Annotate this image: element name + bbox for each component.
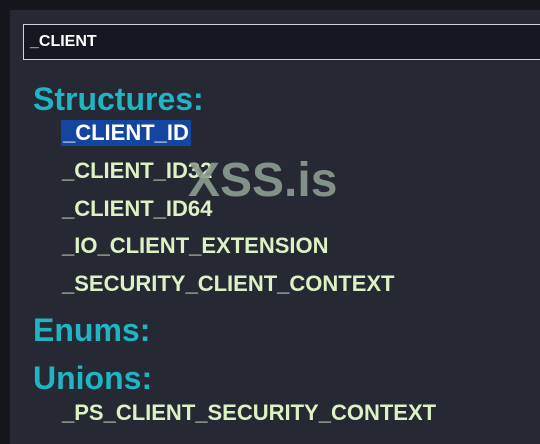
enums-heading: Enums: [33, 312, 151, 348]
structure-item-security-client-context[interactable]: _SECURITY_CLIENT_CONTEXT [62, 271, 395, 297]
structure-item-io-client-extension[interactable]: _IO_CLIENT_EXTENSION [62, 233, 329, 259]
search-input-value: _CLIENT [30, 33, 97, 50]
structure-item-client-id[interactable]: _CLIENT_ID [61, 120, 191, 146]
unions-heading: Unions: [33, 360, 153, 396]
watermark-text: XSS.is [188, 154, 338, 207]
structures-heading: Structures: [33, 81, 204, 117]
union-item-ps-client-security-context[interactable]: _PS_CLIENT_SECURITY_CONTEXT [62, 400, 436, 426]
search-input[interactable]: _CLIENT [23, 24, 540, 60]
